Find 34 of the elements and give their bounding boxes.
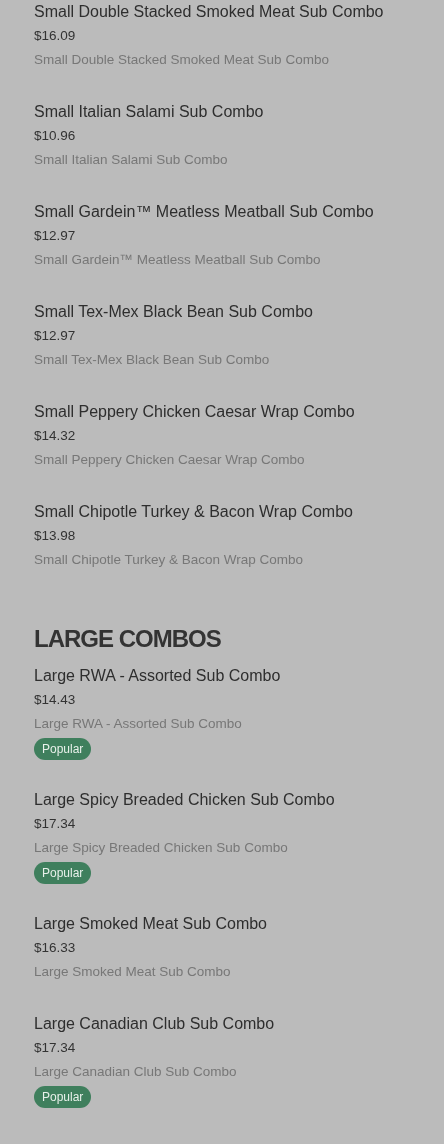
section-heading: LARGE COMBOS [34, 624, 222, 654]
item-price: $10.96 [34, 127, 77, 145]
item-description: Small Tex-Mex Black Bean Sub Combo [34, 351, 271, 369]
item-description: Small Peppery Chicken Caesar Wrap Combo [34, 451, 306, 469]
popular-tag: Popular [34, 738, 92, 760]
item-name[interactable]: Small Tex-Mex Black Bean Sub Combo [34, 300, 424, 324]
item-description: Large RWA - Assorted Sub Combo [34, 715, 243, 733]
item-price: $12.97 [34, 227, 77, 245]
item-description: Large Canadian Club Sub Combo [34, 1063, 238, 1081]
item-description: Small Double Stacked Smoked Meat Sub Combo [34, 51, 330, 69]
item-name[interactable]: Small Chipotle Turkey & Bacon Wrap Combo [34, 500, 424, 524]
item-price: $12.97 [34, 327, 77, 345]
item-price: $17.34 [34, 815, 77, 833]
item-price: $16.33 [34, 939, 77, 957]
item-price: $14.43 [34, 691, 77, 709]
item-description: Small Italian Salami Sub Combo [34, 151, 229, 169]
item-price: $14.32 [34, 427, 77, 445]
item-name[interactable]: Large Smoked Meat Sub Combo [34, 912, 424, 936]
item-price: $16.09 [34, 27, 77, 45]
item-description: Small Gardein™ Meatless Meatball Sub Combo [34, 251, 322, 269]
item-name[interactable]: Small Italian Salami Sub Combo [34, 100, 424, 124]
item-name[interactable]: Small Double Stacked Smoked Meat Sub Combo [34, 0, 424, 24]
item-name[interactable]: Small Gardein™ Meatless Meatball Sub Combo [34, 200, 424, 224]
popular-tag: Popular [34, 862, 92, 884]
item-description: Large Smoked Meat Sub Combo [34, 963, 232, 981]
item-name[interactable]: Large Canadian Club Sub Combo [34, 1012, 424, 1036]
item-price: $13.98 [34, 527, 77, 545]
item-description: Small Chipotle Turkey & Bacon Wrap Combo [34, 551, 305, 569]
popular-tag: Popular [34, 1086, 92, 1108]
item-name[interactable]: Large RWA - Assorted Sub Combo [34, 664, 424, 688]
item-description: Large Spicy Breaded Chicken Sub Combo [34, 839, 289, 857]
item-name[interactable]: Large Spicy Breaded Chicken Sub Combo [34, 788, 424, 812]
item-name[interactable]: Small Peppery Chicken Caesar Wrap Combo [34, 400, 424, 424]
item-price: $17.34 [34, 1039, 77, 1057]
